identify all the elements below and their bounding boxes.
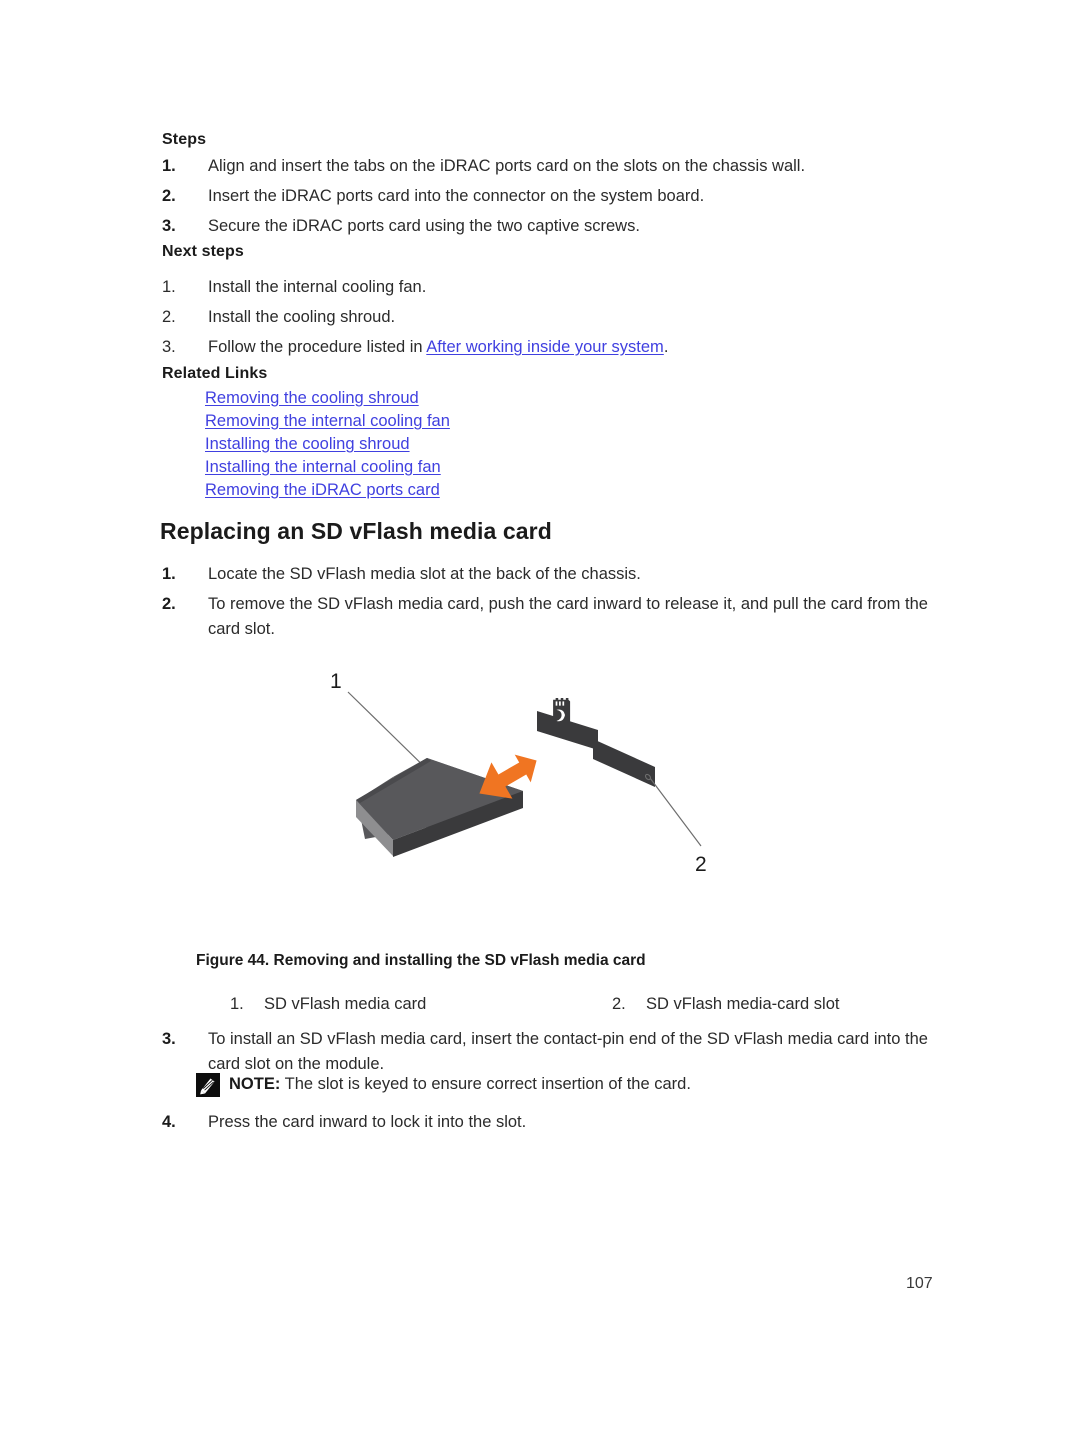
callout-number-1: 1	[330, 670, 342, 693]
link-after-working-inside-your-system[interactable]: After working inside your system	[426, 338, 664, 356]
list-item: 2. To remove the SD vFlash media card, p…	[162, 592, 952, 642]
list-marker: 4.	[162, 1113, 176, 1131]
list-item: 3. Follow the procedure listed in After …	[162, 335, 942, 360]
list-marker: 2.	[162, 595, 176, 613]
list-text: Install the internal cooling fan.	[208, 278, 427, 296]
list-marker: 2.	[162, 308, 176, 326]
related-link-removing-cooling-shroud[interactable]: Removing the cooling shroud	[205, 387, 450, 410]
list-text: Press the card inward to lock it into th…	[208, 1113, 527, 1131]
next-steps-heading: Next steps	[162, 243, 244, 260]
note-body: The slot is keyed to ensure correct inse…	[280, 1075, 691, 1093]
related-links-heading: Related Links	[162, 365, 268, 382]
legend-label: SD vFlash media-card slot	[646, 995, 840, 1013]
legend-marker: 2.	[612, 995, 626, 1013]
list-text: Align and insert the tabs on the iDRAC p…	[208, 157, 806, 175]
steps-heading: Steps	[162, 131, 207, 148]
list-text: Secure the iDRAC ports card using the tw…	[208, 217, 640, 235]
list-text: Locate the SD vFlash media slot at the b…	[208, 565, 641, 583]
list-item: 3. Secure the iDRAC ports card using the…	[162, 214, 942, 239]
page-title: Replacing an SD vFlash media card	[160, 518, 552, 544]
list-marker: 1.	[162, 278, 176, 296]
legend-item-2: 2. SD vFlash media-card slot	[612, 995, 839, 1014]
related-link-removing-idrac-ports-card[interactable]: Removing the iDRAC ports card	[205, 479, 450, 502]
note-callout: NOTE: The slot is keyed to ensure correc…	[196, 1072, 691, 1097]
list-text-prefix: Follow the procedure listed in	[208, 338, 427, 356]
document-page: Steps 1. Align and insert the tabs on th…	[0, 0, 1080, 1434]
sd-vflash-media-card-graphic	[356, 758, 523, 857]
related-link-removing-internal-cooling-fan[interactable]: Removing the internal cooling fan	[205, 410, 450, 433]
sd-card-icon	[553, 698, 571, 724]
legend-marker: 1.	[230, 995, 244, 1013]
related-link-installing-internal-cooling-fan[interactable]: Installing the internal cooling fan	[205, 456, 450, 479]
steps-list: 1. Align and insert the tabs on the iDRA…	[162, 154, 942, 244]
note-text: NOTE: The slot is keyed to ensure correc…	[229, 1072, 691, 1096]
list-text: To remove the SD vFlash media card, push…	[208, 595, 928, 638]
replacing-steps-list-top: 1. Locate the SD vFlash media slot at th…	[162, 562, 952, 647]
note-label: NOTE:	[229, 1075, 281, 1093]
list-item: 1. Locate the SD vFlash media slot at th…	[162, 562, 952, 587]
list-text: To install an SD vFlash media card, inse…	[208, 1030, 928, 1073]
replacing-steps-list-step4: 4. Press the card inward to lock it into…	[162, 1110, 952, 1140]
list-marker: 3.	[162, 338, 176, 356]
legend-item-1: 1. SD vFlash media card	[230, 995, 426, 1014]
list-marker: 1.	[162, 157, 176, 175]
legend-label: SD vFlash media card	[264, 995, 427, 1013]
list-marker: 3.	[162, 1030, 176, 1048]
list-text: Install the cooling shroud.	[208, 308, 396, 326]
list-text-suffix: .	[663, 338, 669, 356]
figure-caption: Figure 44. Removing and installing the S…	[196, 952, 646, 969]
list-marker: 2.	[162, 187, 176, 205]
callout-number-2: 2	[695, 853, 707, 876]
list-item: 1. Align and insert the tabs on the iDRA…	[162, 154, 942, 179]
related-link-installing-cooling-shroud[interactable]: Installing the cooling shroud	[205, 433, 450, 456]
list-item: 4. Press the card inward to lock it into…	[162, 1110, 952, 1135]
sd-vflash-media-card-diagram: 1 2	[330, 670, 707, 876]
related-links-list: Removing the cooling shroud Removing the…	[205, 387, 450, 502]
figure-illustration: 1 2	[150, 660, 940, 935]
list-item: 3. To install an SD vFlash media card, i…	[162, 1027, 952, 1077]
list-marker: 3.	[162, 217, 176, 235]
list-item: 1. Install the internal cooling fan.	[162, 275, 942, 300]
list-item: 2. Install the cooling shroud.	[162, 305, 942, 330]
list-text: Insert the iDRAC ports card into the con…	[208, 187, 705, 205]
note-pencil-icon	[196, 1073, 220, 1097]
next-steps-list: 1. Install the internal cooling fan. 2. …	[162, 275, 942, 365]
list-marker: 1.	[162, 565, 176, 583]
page-number: 107	[906, 1275, 933, 1292]
list-item: 2. Insert the iDRAC ports card into the …	[162, 184, 942, 209]
